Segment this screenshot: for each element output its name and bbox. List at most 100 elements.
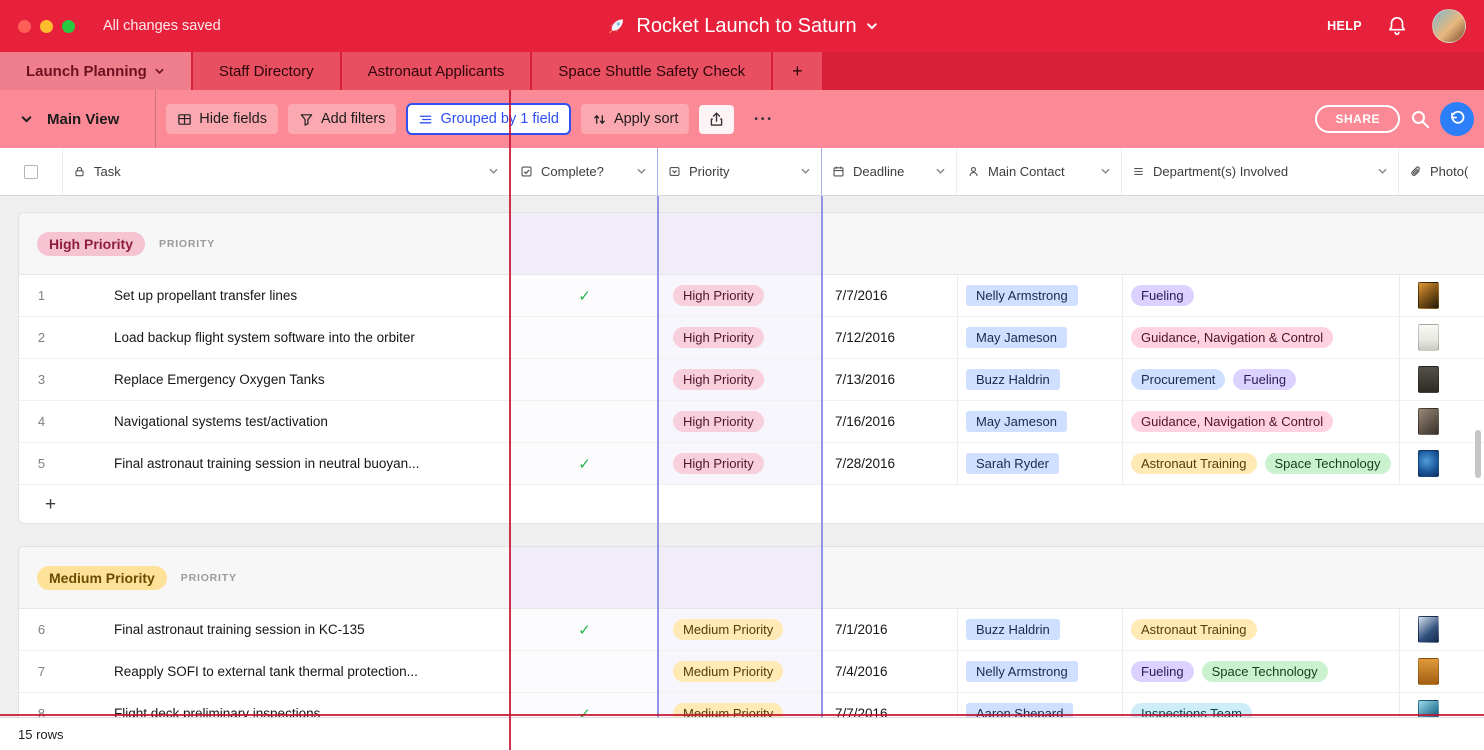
departments-cell[interactable]: Guidance, Navigation & Control <box>1123 317 1400 358</box>
export-icon <box>708 111 725 128</box>
avatar[interactable] <box>1432 9 1466 43</box>
complete-cell[interactable]: ✓ <box>511 443 659 484</box>
task-cell[interactable]: Replace Emergency Oxygen Tanks <box>64 359 511 400</box>
chevron-down-icon[interactable] <box>935 166 946 177</box>
task-cell[interactable]: Load backup flight system software into … <box>64 317 511 358</box>
vertical-scrollbar[interactable] <box>1475 430 1481 478</box>
task-cell[interactable]: Reapply SOFI to external tank thermal pr… <box>64 651 511 692</box>
complete-cell[interactable]: ✓ <box>511 275 659 316</box>
chevron-down-icon <box>20 113 33 126</box>
task-cell[interactable]: Final astronaut training session in KC-1… <box>64 609 511 650</box>
col-header-task[interactable]: Task <box>63 148 510 195</box>
base-title-menu[interactable]: Rocket Launch to Saturn <box>605 15 878 38</box>
history-button[interactable] <box>1440 102 1474 136</box>
contact-cell[interactable]: Buzz Haldrin <box>958 609 1123 650</box>
photo-cell[interactable] <box>1400 317 1484 358</box>
photo-cell[interactable] <box>1400 443 1484 484</box>
contact-chip: May Jameson <box>966 327 1067 348</box>
priority-cell[interactable]: High Priority <box>659 443 823 484</box>
contact-cell[interactable]: Sarah Ryder <box>958 443 1123 484</box>
priority-cell[interactable]: High Priority <box>659 401 823 442</box>
department-chip: Astronaut Training <box>1131 619 1257 640</box>
contact-chip: Buzz Haldrin <box>966 369 1060 390</box>
task-cell[interactable]: Set up propellant transfer lines <box>64 275 511 316</box>
group-field-label: PRIORITY <box>181 572 237 584</box>
minimize-window-button[interactable] <box>40 20 53 33</box>
priority-cell[interactable]: Medium Priority <box>659 651 823 692</box>
close-window-button[interactable] <box>18 20 31 33</box>
departments-cell[interactable]: FuelingSpace Technology <box>1123 651 1400 692</box>
hide-fields-button[interactable]: Hide fields <box>166 104 278 134</box>
departments-cell[interactable]: Astronaut TrainingSpace Technology <box>1123 443 1400 484</box>
contact-cell[interactable]: May Jameson <box>958 317 1123 358</box>
add-row-button[interactable]: + <box>19 485 1484 524</box>
zoom-window-button[interactable] <box>62 20 75 33</box>
departments-cell[interactable]: Fueling <box>1123 275 1400 316</box>
chevron-down-icon[interactable] <box>636 166 647 177</box>
share-base-button[interactable]: SHARE <box>1315 105 1400 133</box>
deadline-cell[interactable]: 7/1/2016 <box>823 609 958 650</box>
group-header[interactable]: Medium Priority PRIORITY <box>19 547 1484 609</box>
complete-cell[interactable] <box>511 317 659 358</box>
col-header-departments[interactable]: Department(s) Involved <box>1122 148 1399 195</box>
group-header[interactable]: High Priority PRIORITY <box>19 213 1484 275</box>
photo-cell[interactable] <box>1400 275 1484 316</box>
task-cell[interactable]: Navigational systems test/activation <box>64 401 511 442</box>
search-icon[interactable] <box>1410 109 1430 129</box>
departments-cell[interactable]: Guidance, Navigation & Control <box>1123 401 1400 442</box>
deadline-cell[interactable]: 7/13/2016 <box>823 359 958 400</box>
photo-cell[interactable] <box>1400 609 1484 650</box>
col-header-complete[interactable]: Complete? <box>510 148 658 195</box>
add-filters-button[interactable]: Add filters <box>288 104 396 134</box>
apply-sort-button[interactable]: Apply sort <box>581 104 689 134</box>
group-high-priority: High Priority PRIORITY 1 Set up propella… <box>18 212 1484 524</box>
photo-cell[interactable] <box>1400 651 1484 692</box>
col-header-deadline[interactable]: Deadline <box>822 148 957 195</box>
departments-cell[interactable]: Astronaut Training <box>1123 609 1400 650</box>
deadline-cell[interactable]: 7/4/2016 <box>823 651 958 692</box>
chevron-down-icon[interactable] <box>1377 166 1388 177</box>
deadline-cell[interactable]: 7/12/2016 <box>823 317 958 358</box>
photo-cell[interactable] <box>1400 359 1484 400</box>
col-header-photo[interactable]: Photo( <box>1399 148 1484 195</box>
col-header-main-contact[interactable]: Main Contact <box>957 148 1122 195</box>
deadline-cell[interactable]: 7/16/2016 <box>823 401 958 442</box>
tab-launch-planning[interactable]: Launch Planning <box>0 52 191 90</box>
complete-cell[interactable] <box>511 651 659 692</box>
chevron-down-icon[interactable] <box>800 166 811 177</box>
share-view-button[interactable] <box>699 105 734 134</box>
photo-cell[interactable] <box>1400 401 1484 442</box>
grouped-by-button[interactable]: Grouped by 1 field <box>406 103 571 135</box>
contact-cell[interactable]: May Jameson <box>958 401 1123 442</box>
select-all-checkbox[interactable] <box>0 148 63 195</box>
task-cell[interactable]: Final astronaut training session in neut… <box>64 443 511 484</box>
bell-icon[interactable] <box>1386 15 1408 37</box>
grouped-column-line <box>821 196 823 717</box>
complete-cell[interactable] <box>511 401 659 442</box>
contact-cell[interactable]: Buzz Haldrin <box>958 359 1123 400</box>
deadline-cell[interactable]: 7/7/2016 <box>823 275 958 316</box>
department-chip: Procurement <box>1131 369 1225 390</box>
paperclip-icon <box>1409 165 1422 178</box>
tab-space-shuttle-safety-check[interactable]: Space Shuttle Safety Check <box>532 52 771 90</box>
complete-cell[interactable] <box>511 359 659 400</box>
tab-label: Staff Directory <box>219 63 314 80</box>
departments-cell[interactable]: ProcurementFueling <box>1123 359 1400 400</box>
view-switcher[interactable]: Main View <box>14 90 156 148</box>
complete-cell[interactable]: ✓ <box>511 609 659 650</box>
tab-astronaut-applicants[interactable]: Astronaut Applicants <box>342 52 531 90</box>
tab-staff-directory[interactable]: Staff Directory <box>193 52 340 90</box>
chevron-down-icon[interactable] <box>1100 166 1111 177</box>
priority-cell[interactable]: High Priority <box>659 317 823 358</box>
chevron-down-icon[interactable] <box>488 166 499 177</box>
contact-cell[interactable]: Nelly Armstrong <box>958 651 1123 692</box>
contact-cell[interactable]: Nelly Armstrong <box>958 275 1123 316</box>
add-table-button[interactable]: + <box>773 52 822 90</box>
priority-cell[interactable]: High Priority <box>659 359 823 400</box>
col-header-priority[interactable]: Priority <box>658 148 822 195</box>
priority-cell[interactable]: Medium Priority <box>659 609 823 650</box>
deadline-cell[interactable]: 7/28/2016 <box>823 443 958 484</box>
help-button[interactable]: HELP <box>1327 19 1362 33</box>
priority-cell[interactable]: High Priority <box>659 275 823 316</box>
more-options-button[interactable]: ••• <box>744 104 784 135</box>
